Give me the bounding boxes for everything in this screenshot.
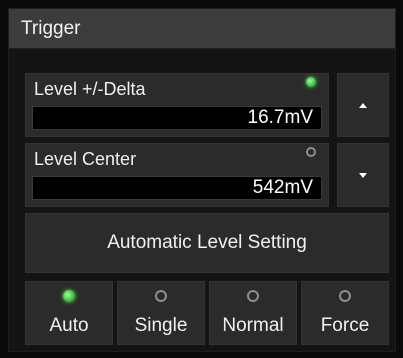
mode-force-label: Force xyxy=(320,315,370,336)
level-center-label: Level Center xyxy=(34,149,137,169)
arrow-up-icon xyxy=(359,102,367,108)
level-delta-field[interactable]: Level +/-Delta 16.7mV xyxy=(25,73,329,137)
panel-title: Trigger xyxy=(21,18,81,39)
mode-single-button[interactable]: Single xyxy=(117,281,205,345)
mode-normal-button[interactable]: Normal xyxy=(209,281,297,345)
mode-single-label: Single xyxy=(134,315,188,336)
arrow-down-icon xyxy=(359,172,367,178)
level-center-value[interactable]: 542mV xyxy=(32,176,322,200)
decrement-button[interactable] xyxy=(337,143,389,207)
level-center-indicator-icon xyxy=(306,147,316,157)
automatic-level-setting-button[interactable]: Automatic Level Setting xyxy=(25,213,389,273)
level-center-field[interactable]: Level Center 542mV xyxy=(25,143,329,207)
mode-auto-indicator-icon xyxy=(63,290,75,302)
mode-auto-label: Auto xyxy=(49,315,89,336)
mode-force-indicator-icon xyxy=(339,290,351,302)
mode-auto-button[interactable]: Auto xyxy=(25,281,113,345)
mode-normal-label: Normal xyxy=(222,315,284,336)
mode-force-button[interactable]: Force xyxy=(301,281,389,345)
automatic-level-setting-label: Automatic Level Setting xyxy=(107,232,307,253)
level-delta-value[interactable]: 16.7mV xyxy=(32,106,322,130)
level-delta-label: Level +/-Delta xyxy=(34,79,146,99)
increment-button[interactable] xyxy=(337,73,389,137)
level-delta-indicator-icon xyxy=(306,77,316,87)
mode-normal-indicator-icon xyxy=(247,290,259,302)
trigger-panel: Trigger Level +/-Delta 16.7mV Level Cent… xyxy=(8,8,396,352)
mode-single-indicator-icon xyxy=(155,290,167,302)
panel-header: Trigger xyxy=(9,9,395,49)
